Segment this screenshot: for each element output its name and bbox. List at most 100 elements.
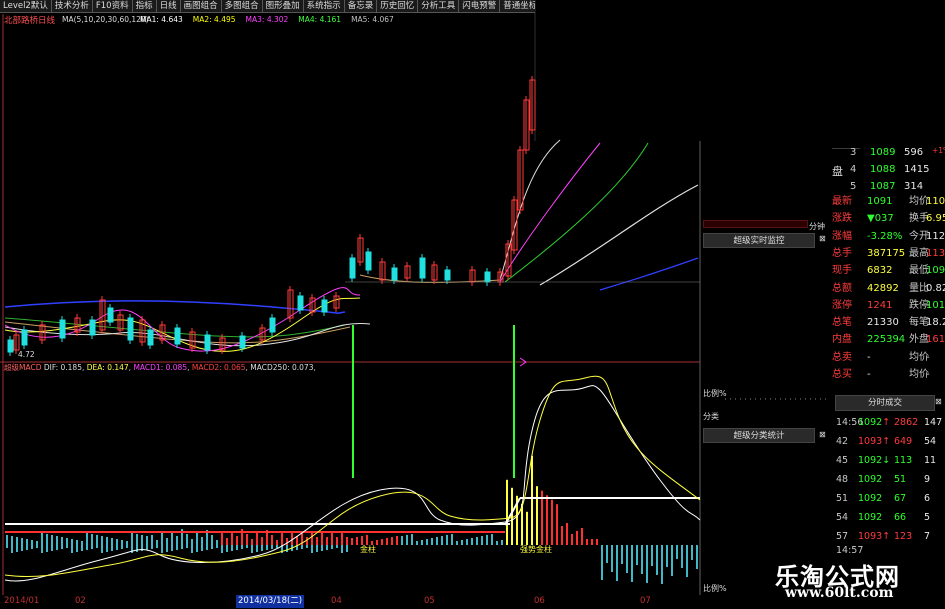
toolbar-item-2[interactable]: F10资料 — [93, 0, 133, 12]
stat-label: 总卖 — [832, 351, 852, 363]
macd-bar — [486, 535, 488, 545]
toolbar-item-3[interactable]: 指标 — [133, 0, 157, 12]
toolbar-item-8[interactable]: 系统指示 — [304, 0, 345, 12]
stat-value-2: 1139 — [926, 247, 945, 259]
macd-bar — [601, 545, 603, 580]
toolbar-item-10[interactable]: 历史回忆 — [377, 0, 419, 12]
tick-count: 6 — [924, 493, 931, 504]
candle-body — [444, 269, 451, 281]
macd-bar — [681, 545, 683, 568]
stat-value: - — [867, 351, 871, 363]
candle-body — [239, 335, 246, 349]
macd-bar-neg — [306, 545, 308, 548]
tick-price: 1092 — [858, 474, 883, 485]
toolbar-item-6[interactable]: 多图组合 — [222, 0, 263, 12]
toolbar-item-4[interactable]: 日线 — [157, 0, 181, 12]
candle-body — [321, 299, 328, 313]
macd-bar-neg — [16, 545, 18, 552]
macd-bar — [151, 535, 153, 545]
macd-bar — [71, 539, 73, 545]
candle-body — [365, 251, 372, 271]
tick-close-icon[interactable]: ⊠ — [935, 397, 942, 406]
stat-label: 总买 — [832, 369, 852, 380]
red-mark: +1% — [932, 146, 945, 155]
candle-body — [269, 317, 276, 333]
macd-bar — [311, 532, 313, 545]
toolbar-item-5[interactable]: 画图组合 — [181, 0, 222, 12]
macd-bar — [81, 541, 83, 545]
macd-bar-neg — [241, 545, 243, 549]
macd-bar — [531, 455, 533, 545]
macd-bar-neg — [146, 545, 148, 550]
stat-label: 涨跌 — [832, 213, 852, 225]
toolbar-item-7[interactable]: 图形叠加 — [263, 0, 304, 12]
quote-stat-row: 内盘225394外盘161781 — [832, 331, 945, 348]
tick-row: 54 1092 66 5 — [832, 508, 945, 527]
macd-bar — [671, 545, 673, 576]
ma-value-2: MA2: 4.495 — [192, 15, 236, 24]
tick-arrow-icon: ↑ — [882, 417, 891, 428]
toolbar-item-9[interactable]: 备忘录 — [345, 0, 378, 12]
candle-body — [59, 319, 66, 339]
macd-bar — [631, 545, 633, 582]
macd-bar — [351, 538, 353, 545]
toolbar-item-12[interactable]: 闪电预警 — [459, 0, 501, 12]
stat-value-2: 0.82 — [926, 282, 945, 294]
macd-bar-neg — [71, 545, 73, 553]
macd-bar — [401, 536, 403, 545]
macd-bar — [331, 532, 333, 545]
toolbar-item-13[interactable]: 普通坐标 — [500, 0, 535, 12]
ask-volume: 1415 — [904, 164, 930, 175]
category-stats-panel[interactable]: 超级分类统计 — [703, 428, 815, 443]
stat-label: 内盘 — [832, 334, 852, 346]
macd-bar-neg — [186, 545, 188, 548]
realtime-monitor-panel[interactable]: 超级实时监控 — [703, 233, 815, 248]
candle-body — [147, 329, 154, 346]
panel-close-icon[interactable]: ⊠ — [819, 234, 826, 243]
stat-label: 现手 — [832, 265, 852, 277]
macd-bar-neg — [226, 545, 228, 552]
stat-value: 225394 — [867, 334, 906, 346]
macd-bar — [651, 545, 653, 566]
macd-dif: DIF: 0.185 — [43, 363, 82, 372]
macd-bar-neg — [81, 545, 83, 551]
macd-bar — [566, 523, 568, 545]
macd-bar — [141, 535, 143, 545]
candle-body — [297, 295, 304, 311]
macd-bar-neg — [231, 545, 233, 551]
macd-bar — [246, 534, 248, 545]
stat-value: 1241 — [867, 299, 893, 311]
tick-row: 14:56 1092↑ 2862 147 — [832, 413, 945, 432]
macd-bar — [466, 539, 468, 545]
tick-trade-header[interactable]: 分时成交 — [835, 395, 935, 411]
tick-price: 1092 — [858, 512, 883, 523]
macd-bar — [641, 545, 643, 574]
quote-stat-row: 涨跌▼037换手6.95% — [832, 210, 945, 227]
toolbar-item-11[interactable]: 分析工具 — [418, 0, 460, 12]
panel-close-icon-2[interactable]: ⊠ — [819, 430, 826, 439]
macd-bar — [551, 499, 553, 545]
stat-value: ▼037 — [867, 213, 894, 225]
ma-value-4: MA4: 4.161 — [298, 15, 342, 24]
macd-bar-neg — [341, 545, 343, 553]
stat-value-2: 161781 — [926, 334, 945, 346]
macd-bar — [561, 526, 563, 545]
macd-bar — [341, 532, 343, 545]
ratio-scale — [725, 398, 830, 400]
macd-bar-neg — [91, 545, 93, 549]
macd-bar-neg — [261, 545, 263, 551]
macd-bar — [596, 539, 598, 545]
candle-body — [204, 334, 211, 351]
macd-bar — [656, 545, 658, 575]
macd-bar — [191, 539, 193, 545]
x-tick-label: 2014/01 — [4, 596, 40, 606]
toolbar-item-0[interactable]: Level2默认 — [0, 0, 52, 12]
minute-label: 分钟 — [809, 222, 825, 231]
macd-bar — [201, 537, 203, 545]
macd-bar — [556, 504, 558, 545]
macd-bar — [461, 540, 463, 545]
x-axis: 2014/01 02 2014/03/18(二) 04 05 06 07 — [0, 595, 700, 609]
stat-value: 387175 — [867, 247, 906, 259]
macd-bar — [211, 535, 213, 545]
toolbar-item-1[interactable]: 技术分析 — [52, 0, 93, 12]
